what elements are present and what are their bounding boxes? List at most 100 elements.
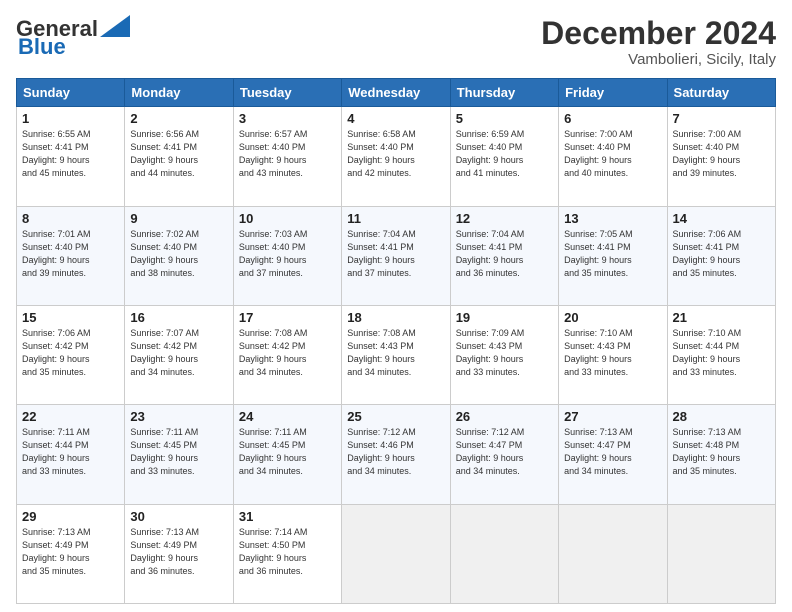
- day-info: Sunrise: 7:04 AM Sunset: 4:41 PM Dayligh…: [347, 228, 444, 280]
- day-number: 3: [239, 111, 336, 126]
- day-number: 14: [673, 211, 770, 226]
- day-number: 12: [456, 211, 553, 226]
- calendar-header-saturday: Saturday: [667, 79, 775, 107]
- day-info: Sunrise: 6:56 AM Sunset: 4:41 PM Dayligh…: [130, 128, 227, 180]
- calendar-cell: 21 Sunrise: 7:10 AM Sunset: 4:44 PM Dayli…: [667, 305, 775, 404]
- calendar-cell: 24 Sunrise: 7:11 AM Sunset: 4:45 PM Dayli…: [233, 405, 341, 504]
- day-info: Sunrise: 7:00 AM Sunset: 4:40 PM Dayligh…: [673, 128, 770, 180]
- day-info: Sunrise: 7:03 AM Sunset: 4:40 PM Dayligh…: [239, 228, 336, 280]
- calendar-cell: 8Sunrise: 7:01 AM Sunset: 4:40 PM Daylig…: [17, 206, 125, 305]
- calendar-cell: 6 Sunrise: 7:00 AM Sunset: 4:40 PM Daylig…: [559, 107, 667, 206]
- calendar-cell: [450, 504, 558, 603]
- calendar-cell: 17 Sunrise: 7:08 AM Sunset: 4:42 PM Dayli…: [233, 305, 341, 404]
- day-info: Sunrise: 7:11 AM Sunset: 4:45 PM Dayligh…: [130, 426, 227, 478]
- day-number: 19: [456, 310, 553, 325]
- title-block: December 2024 Vambolieri, Sicily, Italy: [541, 16, 776, 68]
- day-info: Sunrise: 7:13 AM Sunset: 4:49 PM Dayligh…: [22, 526, 119, 578]
- calendar-cell: 26Sunrise: 7:12 AM Sunset: 4:47 PM Dayli…: [450, 405, 558, 504]
- calendar-cell: 29 Sunrise: 7:13 AM Sunset: 4:49 PM Dayli…: [17, 504, 125, 603]
- calendar-cell: [342, 504, 450, 603]
- day-number: 13: [564, 211, 661, 226]
- day-number: 29: [22, 509, 119, 524]
- calendar-cell: 20 Sunrise: 7:10 AM Sunset: 4:43 PM Dayli…: [559, 305, 667, 404]
- calendar-cell: 15 Sunrise: 7:06 AM Sunset: 4:42 PM Dayli…: [17, 305, 125, 404]
- calendar-cell: 11Sunrise: 7:04 AM Sunset: 4:41 PM Dayli…: [342, 206, 450, 305]
- day-info: Sunrise: 7:14 AM Sunset: 4:50 PM Dayligh…: [239, 526, 336, 578]
- calendar-row-3: 22 Sunrise: 7:11 AM Sunset: 4:44 PM Dayli…: [17, 405, 776, 504]
- day-info: Sunrise: 7:07 AM Sunset: 4:42 PM Dayligh…: [130, 327, 227, 379]
- day-info: Sunrise: 7:13 AM Sunset: 4:48 PM Dayligh…: [673, 426, 770, 478]
- day-number: 25: [347, 409, 444, 424]
- calendar-row-0: 1 Sunrise: 6:55 AM Sunset: 4:41 PM Daylig…: [17, 107, 776, 206]
- day-number: 21: [673, 310, 770, 325]
- day-number: 4: [347, 111, 444, 126]
- day-number: 2: [130, 111, 227, 126]
- day-number: 1: [22, 111, 119, 126]
- logo-blue: Blue: [18, 34, 66, 60]
- logo-icon: [100, 15, 130, 37]
- day-info: Sunrise: 7:13 AM Sunset: 4:49 PM Dayligh…: [130, 526, 227, 578]
- calendar-header-thursday: Thursday: [450, 79, 558, 107]
- day-number: 7: [673, 111, 770, 126]
- day-number: 15: [22, 310, 119, 325]
- calendar-cell: 18 Sunrise: 7:08 AM Sunset: 4:43 PM Dayli…: [342, 305, 450, 404]
- day-number: 9: [130, 211, 227, 226]
- day-info: Sunrise: 7:04 AM Sunset: 4:41 PM Dayligh…: [456, 228, 553, 280]
- calendar-header-friday: Friday: [559, 79, 667, 107]
- calendar-row-1: 8Sunrise: 7:01 AM Sunset: 4:40 PM Daylig…: [17, 206, 776, 305]
- logo: General Blue: [16, 16, 130, 60]
- day-number: 10: [239, 211, 336, 226]
- day-number: 24: [239, 409, 336, 424]
- day-info: Sunrise: 6:58 AM Sunset: 4:40 PM Dayligh…: [347, 128, 444, 180]
- day-info: Sunrise: 7:08 AM Sunset: 4:42 PM Dayligh…: [239, 327, 336, 379]
- calendar-cell: 28 Sunrise: 7:13 AM Sunset: 4:48 PM Dayli…: [667, 405, 775, 504]
- calendar-cell: 16Sunrise: 7:07 AM Sunset: 4:42 PM Dayli…: [125, 305, 233, 404]
- day-info: Sunrise: 7:01 AM Sunset: 4:40 PM Dayligh…: [22, 228, 119, 280]
- day-info: Sunrise: 7:10 AM Sunset: 4:44 PM Dayligh…: [673, 327, 770, 379]
- day-info: Sunrise: 6:57 AM Sunset: 4:40 PM Dayligh…: [239, 128, 336, 180]
- day-number: 28: [673, 409, 770, 424]
- day-number: 27: [564, 409, 661, 424]
- calendar-cell: 19Sunrise: 7:09 AM Sunset: 4:43 PM Dayli…: [450, 305, 558, 404]
- calendar-cell: 30 Sunrise: 7:13 AM Sunset: 4:49 PM Dayli…: [125, 504, 233, 603]
- calendar-row-4: 29 Sunrise: 7:13 AM Sunset: 4:49 PM Dayli…: [17, 504, 776, 603]
- day-info: Sunrise: 7:00 AM Sunset: 4:40 PM Dayligh…: [564, 128, 661, 180]
- calendar-cell: 14Sunrise: 7:06 AM Sunset: 4:41 PM Dayli…: [667, 206, 775, 305]
- day-number: 23: [130, 409, 227, 424]
- day-number: 5: [456, 111, 553, 126]
- subtitle: Vambolieri, Sicily, Italy: [541, 51, 776, 68]
- day-info: Sunrise: 7:12 AM Sunset: 4:47 PM Dayligh…: [456, 426, 553, 478]
- day-info: Sunrise: 7:08 AM Sunset: 4:43 PM Dayligh…: [347, 327, 444, 379]
- calendar-cell: 3 Sunrise: 6:57 AM Sunset: 4:40 PM Daylig…: [233, 107, 341, 206]
- day-info: Sunrise: 7:12 AM Sunset: 4:46 PM Dayligh…: [347, 426, 444, 478]
- day-number: 22: [22, 409, 119, 424]
- header: General Blue December 2024 Vambolieri, S…: [16, 16, 776, 68]
- day-number: 20: [564, 310, 661, 325]
- day-info: Sunrise: 6:55 AM Sunset: 4:41 PM Dayligh…: [22, 128, 119, 180]
- calendar-header-wednesday: Wednesday: [342, 79, 450, 107]
- calendar-cell: 12 Sunrise: 7:04 AM Sunset: 4:41 PM Dayli…: [450, 206, 558, 305]
- day-info: Sunrise: 7:10 AM Sunset: 4:43 PM Dayligh…: [564, 327, 661, 379]
- calendar-cell: 4 Sunrise: 6:58 AM Sunset: 4:40 PM Daylig…: [342, 107, 450, 206]
- calendar-cell: 27Sunrise: 7:13 AM Sunset: 4:47 PM Dayli…: [559, 405, 667, 504]
- calendar-cell: 1 Sunrise: 6:55 AM Sunset: 4:41 PM Daylig…: [17, 107, 125, 206]
- day-info: Sunrise: 7:06 AM Sunset: 4:42 PM Dayligh…: [22, 327, 119, 379]
- calendar-header-monday: Monday: [125, 79, 233, 107]
- calendar-header-sunday: Sunday: [17, 79, 125, 107]
- calendar-table: SundayMondayTuesdayWednesdayThursdayFrid…: [16, 78, 776, 604]
- calendar-cell: 10 Sunrise: 7:03 AM Sunset: 4:40 PM Dayli…: [233, 206, 341, 305]
- day-number: 17: [239, 310, 336, 325]
- calendar-cell: [667, 504, 775, 603]
- day-number: 6: [564, 111, 661, 126]
- calendar-header-row: SundayMondayTuesdayWednesdayThursdayFrid…: [17, 79, 776, 107]
- day-number: 18: [347, 310, 444, 325]
- calendar-cell: 5Sunrise: 6:59 AM Sunset: 4:40 PM Daylig…: [450, 107, 558, 206]
- calendar-cell: 9Sunrise: 7:02 AM Sunset: 4:40 PM Daylig…: [125, 206, 233, 305]
- day-number: 30: [130, 509, 227, 524]
- day-info: Sunrise: 7:11 AM Sunset: 4:44 PM Dayligh…: [22, 426, 119, 478]
- calendar-cell: 13Sunrise: 7:05 AM Sunset: 4:41 PM Dayli…: [559, 206, 667, 305]
- day-number: 31: [239, 509, 336, 524]
- day-info: Sunrise: 7:11 AM Sunset: 4:45 PM Dayligh…: [239, 426, 336, 478]
- calendar-row-2: 15 Sunrise: 7:06 AM Sunset: 4:42 PM Dayli…: [17, 305, 776, 404]
- calendar-cell: 23 Sunrise: 7:11 AM Sunset: 4:45 PM Dayli…: [125, 405, 233, 504]
